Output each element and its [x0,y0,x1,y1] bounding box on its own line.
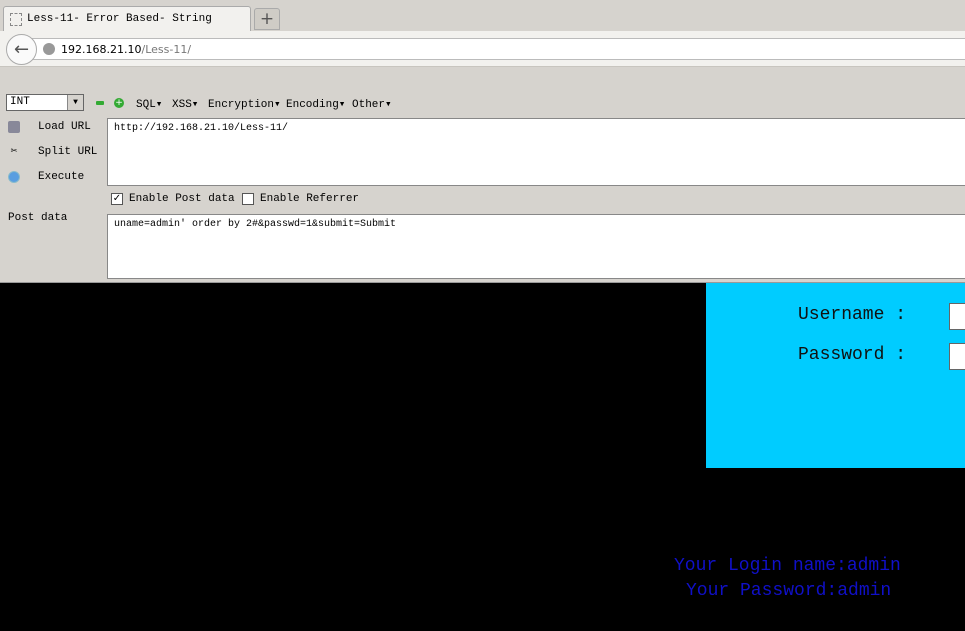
tab-less-11[interactable]: Less-11- Error Based- String [3,6,251,31]
menu-xss[interactable]: XSS▾ [172,97,198,111]
enable-referrer-checkbox[interactable]: Enable Referrer [242,193,359,205]
back-button[interactable]: ← [6,34,37,65]
play-icon [8,171,20,183]
chevron-down-icon[interactable]: ▼ [67,95,83,110]
username-input[interactable] [949,303,965,330]
password-result: Your Password:admin [686,581,892,601]
menu-other[interactable]: Other▾ [352,97,392,111]
tab-title: Less-11- Error Based- String [27,13,212,25]
post-data-textarea[interactable]: uname=admin' order by 2#&passwd=1&submit… [107,214,965,279]
menu-encryption[interactable]: Encryption▾ [208,97,281,111]
execute-button[interactable]: Execute [8,171,84,183]
load-icon [8,121,20,133]
url-path: /Less-11/ [141,42,192,56]
url-textarea[interactable]: http://192.168.21.10/Less-11/ [107,118,965,186]
post-data-label: Post data [8,212,68,224]
login-name-result: Your Login name:admin [674,556,901,576]
split-url-label: Split URL [38,146,98,158]
menu-sql[interactable]: SQL▾ [136,97,162,111]
enable-post-checkbox[interactable]: ✓ Enable Post data [111,193,235,205]
plus-icon[interactable]: + [114,98,124,108]
password-label: Password : [798,345,907,365]
enable-referrer-label: Enable Referrer [260,193,360,205]
checkmark-icon: ✓ [111,193,123,205]
address-bar[interactable]: 192.168.21.10/Less-11/ [30,38,965,60]
page-icon [10,12,22,26]
scissors-icon: ✂ [10,146,18,158]
login-panel: Username : Password : [706,283,965,468]
browser-chrome: Less-11- Error Based- String + ← 192.168… [0,0,965,283]
url-host: 192.168.21.10 [61,42,142,56]
globe-icon [43,43,55,55]
execute-label: Execute [38,171,85,183]
load-url-button[interactable]: Load URL [8,121,91,133]
menu-encoding[interactable]: Encoding▾ [286,97,345,111]
type-select-value: INT [10,96,30,108]
new-tab-button[interactable]: + [254,8,280,30]
split-url-button[interactable]: ✂ Split URL [8,146,98,158]
enable-post-label: Enable Post data [129,193,235,205]
minus-icon[interactable] [96,101,104,105]
load-url-label: Load URL [38,121,91,133]
password-input[interactable] [949,343,965,370]
back-arrow-icon: ← [13,39,30,60]
type-select[interactable]: INT ▼ [6,94,84,111]
username-label: Username : [798,305,907,325]
unchecked-box [242,193,254,205]
